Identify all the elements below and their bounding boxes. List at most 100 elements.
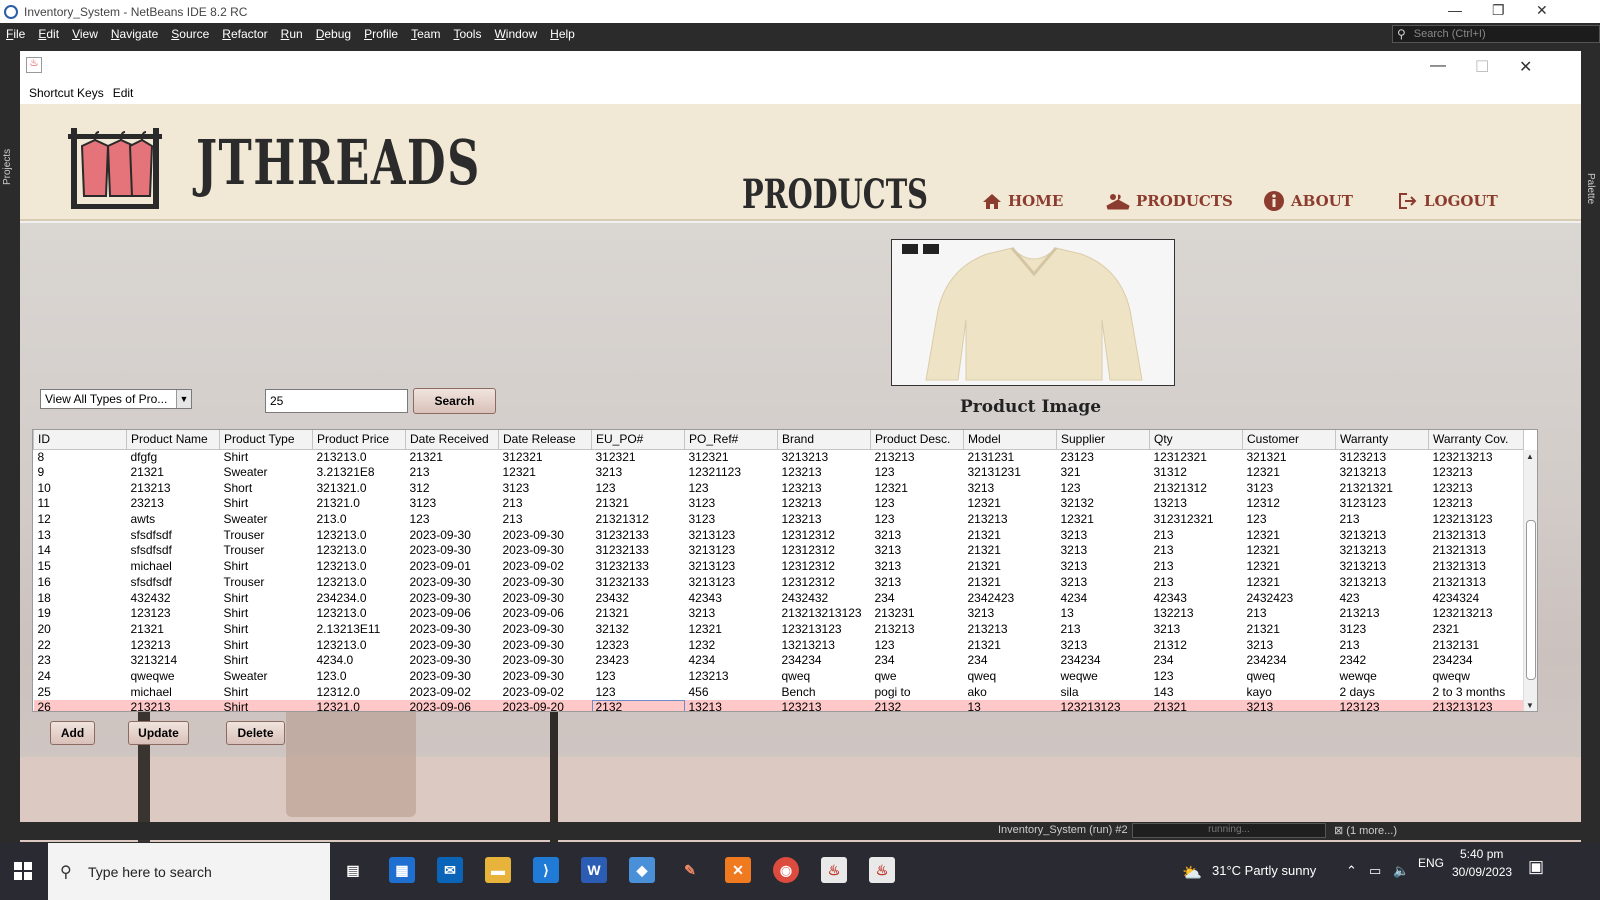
table-cell[interactable]: 26 — [33, 700, 127, 711]
table-cell[interactable]: 123213 — [1429, 465, 1524, 481]
table-cell[interactable]: 2023-09-30 — [406, 622, 499, 638]
table-cell[interactable]: 213 — [1150, 527, 1243, 543]
file-explorer-icon[interactable]: ▬ — [485, 857, 511, 883]
table-cell[interactable]: 234 — [871, 653, 964, 669]
table-cell[interactable]: 8 — [34, 449, 127, 465]
table-cell[interactable]: 123 — [685, 480, 778, 496]
table-cell[interactable]: 123213213 — [1429, 449, 1524, 465]
table-cell[interactable]: 2023-09-01 — [406, 559, 499, 575]
table-cell[interactable]: 123 — [1150, 669, 1243, 685]
table-cell[interactable]: 12312312 — [778, 543, 871, 559]
table-cell[interactable]: 31232133 — [592, 543, 685, 559]
table-cell[interactable]: 2023-09-30 — [406, 669, 499, 685]
table-cell[interactable]: 2432423 — [1243, 590, 1336, 606]
table-cell[interactable]: 3213 — [1057, 527, 1150, 543]
table-cell[interactable]: 213213 — [127, 480, 220, 496]
column-header[interactable]: Warranty Cov. — [1428, 430, 1524, 450]
table-cell[interactable]: qweq — [778, 669, 871, 685]
table-cell[interactable]: 123213.0 — [313, 606, 406, 622]
column-header[interactable]: Warranty — [1335, 430, 1429, 450]
table-cell[interactable]: 21321 — [964, 559, 1057, 575]
table-cell[interactable]: 32132 — [592, 622, 685, 638]
table-cell[interactable]: 4234 — [1057, 590, 1150, 606]
table-row[interactable]: 20 21321 Shirt 2.13213E11 2023-09-30 2023-09-… — [34, 622, 1524, 638]
table-row[interactable]: 12 awts Sweater 213.0 123 213 21321312 3123 1232… — [34, 512, 1524, 528]
table-cell[interactable]: 3213213 — [778, 449, 871, 465]
table-cell[interactable]: 21321321 — [1336, 480, 1429, 496]
table-cell[interactable]: 22 — [34, 637, 127, 653]
table-cell[interactable]: 3213213 — [1336, 527, 1429, 543]
table-cell[interactable]: 31312 — [1150, 465, 1243, 481]
table-cell[interactable]: 12 — [34, 512, 127, 528]
table-cell[interactable]: 123213 — [1429, 496, 1524, 512]
table-cell[interactable]: 312321 — [592, 449, 685, 465]
menu-navigate[interactable]: Navigate — [105, 27, 165, 41]
table-cell[interactable]: 21321 — [1243, 622, 1336, 638]
table-cell[interactable]: Shirt — [220, 637, 313, 653]
table-cell[interactable]: 213 — [499, 512, 592, 528]
table-cell[interactable]: 24 — [34, 669, 127, 685]
table-cell[interactable]: 3.21321E8 — [313, 465, 406, 481]
table-cell[interactable]: 3123213 — [1336, 449, 1429, 465]
table-cell[interactable]: 12321123 — [685, 465, 778, 481]
table-cell[interactable]: 4234.0 — [313, 653, 406, 669]
table-cell[interactable]: 3213 — [1242, 700, 1336, 711]
table-cell[interactable]: 2 to 3 months — [1429, 684, 1524, 700]
table-cell[interactable]: 3213213 — [1336, 543, 1429, 559]
table-cell[interactable]: 123123 — [127, 606, 220, 622]
table-cell[interactable]: 213 — [1336, 512, 1429, 528]
table-cell[interactable]: 2023-09-30 — [406, 653, 499, 669]
table-cell[interactable]: 2023-09-30 — [499, 637, 592, 653]
table-cell[interactable]: 12321 — [1243, 543, 1336, 559]
table-cell[interactable]: 312 — [406, 480, 499, 496]
table-cell[interactable]: sfsdfsdf — [127, 543, 220, 559]
table-cell[interactable]: 12321 — [1243, 575, 1336, 591]
ide-search-box[interactable]: ⚲ Search (Ctrl+I) — [1392, 25, 1600, 43]
table-cell[interactable]: 21312 — [1150, 637, 1243, 653]
table-row[interactable]: 15 michael Shirt 123213.0 2023-09-01 2023-09-… — [34, 559, 1524, 575]
menu-app-edit[interactable]: Edit — [113, 86, 134, 100]
table-cell[interactable]: 13213213 — [778, 637, 871, 653]
table-cell[interactable]: 213 — [1150, 543, 1243, 559]
table-cell[interactable]: 3213 — [1150, 622, 1243, 638]
table-cell[interactable]: qwe — [871, 669, 964, 685]
table-cell[interactable]: 123213.0 — [313, 527, 406, 543]
table-cell[interactable]: 25 — [34, 684, 127, 700]
table-cell[interactable]: 312312321 — [1150, 512, 1243, 528]
table-cell[interactable]: 4234324 — [1429, 590, 1524, 606]
table-cell[interactable]: 21321 — [964, 543, 1057, 559]
table-cell[interactable]: 2131231 — [964, 449, 1057, 465]
table-cell[interactable]: 123213123 — [1056, 700, 1150, 711]
nav-home[interactable]: HOME — [982, 192, 1063, 210]
table-cell[interactable]: 213 — [499, 496, 592, 512]
table-cell[interactable]: 12321 — [685, 622, 778, 638]
nav-products[interactable]: PRODUCTS — [1106, 192, 1233, 210]
table-cell[interactable]: 213 — [1243, 606, 1336, 622]
table-cell[interactable]: qweq — [1243, 669, 1336, 685]
table-cell[interactable]: 3213213 — [1336, 559, 1429, 575]
table-cell[interactable]: 3213213 — [1336, 575, 1429, 591]
table-cell[interactable]: 9 — [34, 465, 127, 481]
table-cell[interactable]: 234 — [964, 653, 1057, 669]
table-cell[interactable]: 16 — [34, 575, 127, 591]
column-header[interactable]: Model — [963, 430, 1057, 450]
table-cell[interactable]: 123 — [871, 465, 964, 481]
table-cell[interactable]: 12321 — [499, 465, 592, 481]
weather-status[interactable]: 31°C Partly sunny — [1212, 863, 1316, 878]
table-cell[interactable]: 12312312 — [778, 559, 871, 575]
table-cell[interactable]: 123 — [871, 637, 964, 653]
table-cell[interactable]: 4234 — [685, 653, 778, 669]
table-cell[interactable]: 3213 — [1243, 637, 1336, 653]
table-cell[interactable]: 2 days — [1336, 684, 1429, 700]
menu-run[interactable]: Run — [275, 27, 310, 41]
table-cell[interactable]: 3123 — [1336, 622, 1429, 638]
table-cell[interactable]: 3123 — [1243, 480, 1336, 496]
table-row[interactable]: 26 213213 Shirt 12321.0 2023-09-06 2023-09-20… — [33, 700, 1524, 711]
language-indicator[interactable]: ENG — [1418, 856, 1444, 870]
table-cell[interactable]: 2132131 — [1429, 637, 1524, 653]
table-cell[interactable]: 123213 — [778, 465, 871, 481]
column-header[interactable]: Date Release — [498, 430, 592, 450]
table-row[interactable]: 24 qweqwe Sweater 123.0 2023-09-30 2023-09-30… — [34, 669, 1524, 685]
menu-tools[interactable]: Tools — [447, 27, 488, 41]
table-cell[interactable]: 213213 — [126, 700, 220, 711]
